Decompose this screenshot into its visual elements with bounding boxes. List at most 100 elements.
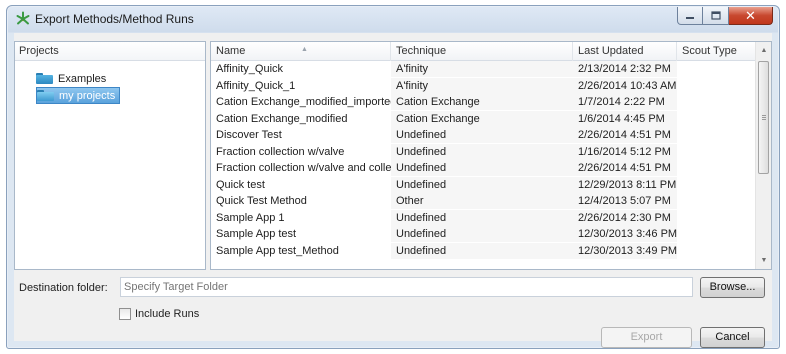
include-runs-option[interactable]: Include Runs [119,308,199,320]
cell-scout-type [677,226,756,242]
cell-scout-type [677,127,756,143]
table-row[interactable]: Sample App 1 Undefined 2/26/2014 2:30 PM [211,209,756,227]
cell-last-updated: 12/29/2013 8:11 PM [573,176,677,193]
close-button[interactable]: ✕ [729,7,773,25]
cell-scout-type [677,94,756,110]
table-row[interactable]: Quick Test Method Other 12/4/2013 5:07 PM [211,193,756,210]
maximize-icon [710,11,721,20]
cell-last-updated: 2/26/2014 2:30 PM [573,209,677,226]
cell-name: Quick Test Method [216,195,307,207]
column-header-last-updated[interactable]: Last Updated [573,42,677,61]
cell-name: Discover Test [216,129,282,141]
table-row[interactable]: Fraction collection w/valve Undefined 1/16… [211,143,756,161]
include-runs-checkbox[interactable] [119,308,131,320]
cell-scout-type [677,111,756,127]
cell-scout-type [677,78,756,94]
scroll-down-icon[interactable]: ▼ [756,252,771,269]
table-row[interactable]: Sample App test Undefined 12/30/2013 3:46 … [211,226,756,243]
cell-last-updated: 2/13/2014 2:32 PM [573,61,677,77]
cell-name: Cation Exchange_modified [216,112,348,125]
table-row[interactable]: Cation Exchange_modified_imported Cation … [211,94,756,111]
tree-item-my-projects[interactable]: my projects [36,87,121,104]
table-header: Name ▲ Technique Last Updated Scout Type [211,42,756,61]
tree-item-examples[interactable]: Examples [36,70,110,87]
include-runs-label: Include Runs [135,308,200,320]
cell-name: Sample App test_Method [216,244,339,257]
cell-technique: Cation Exchange [391,110,573,127]
cell-last-updated: 2/26/2014 4:51 PM [573,160,677,176]
minimize-button[interactable] [677,7,703,25]
table-row[interactable]: Sample App test_Method Undefined 12/30/201… [211,242,756,260]
cell-technique: Undefined [391,226,573,242]
sort-ascending-icon: ▲ [301,46,308,53]
window-title: Export Methods/Method Runs [35,12,194,26]
cell-last-updated: 1/7/2014 2:22 PM [573,94,677,110]
cancel-button[interactable]: Cancel [700,327,765,348]
cell-name: Affinity_Quick [216,63,284,75]
close-icon: ✕ [745,8,756,23]
cell-scout-type [677,193,756,209]
cell-technique: Undefined [391,242,573,259]
browse-button[interactable]: Browse... [700,277,765,298]
column-header-technique[interactable]: Technique [391,42,573,61]
cell-last-updated: 12/30/2013 3:49 PM [573,242,677,259]
cell-last-updated: 1/6/2014 4:45 PM [573,110,677,127]
cell-last-updated: 2/26/2014 10:43 AM [573,77,677,94]
cell-name: Fraction collection w/valve [216,145,345,158]
maximize-button[interactable] [703,7,729,25]
table-row[interactable]: Affinity_Quick_1 A'finity 2/26/2014 10:43 … [211,77,756,95]
vertical-scrollbar[interactable]: ▲ ▼ [755,42,771,269]
table-row[interactable]: Quick test Undefined 12/29/2013 8:11 PM [211,176,756,194]
export-dialog: Export Methods/Method Runs ✕ Projects Ex… [6,5,780,349]
cell-name: Affinity_Quick_1 [216,79,296,92]
cell-technique: A'finity [391,61,573,77]
cell-scout-type [677,144,756,160]
cell-name: Cation Exchange_modified_imported [216,96,391,108]
scroll-up-icon[interactable]: ▲ [756,42,771,59]
cell-name: Quick test [216,178,265,191]
table-body: Affinity_Quick A'finity 2/13/2014 2:32 PM A… [211,61,756,259]
cell-name: Fraction collection w/valve and collec [216,162,391,174]
methods-table: Name ▲ Technique Last Updated Scout Type… [210,41,772,270]
projects-panel: Projects Examples my projects [14,41,206,270]
cell-technique: Cation Exchange [391,94,573,110]
export-button[interactable]: Export [601,327,692,348]
cell-name: Sample App 1 [216,211,285,224]
cell-scout-type [677,177,756,193]
scrollbar-thumb[interactable] [758,61,769,174]
tree-item-label: Examples [58,72,107,85]
cell-technique: Undefined [391,143,573,160]
projects-header: Projects [15,42,205,61]
cell-scout-type [677,61,756,77]
column-header-scout-type[interactable]: Scout Type [677,42,756,61]
dialog-body: Projects Examples my projects Name ▲ Tec… [14,33,772,348]
table-row[interactable]: Fraction collection w/valve and collec Un… [211,160,756,177]
cell-technique: Other [391,193,573,209]
cell-scout-type [677,160,756,176]
cell-last-updated: 1/16/2014 5:12 PM [573,143,677,160]
cell-name: Sample App test [216,228,297,240]
table-row[interactable]: Cation Exchange_modified Cation Exchange 1… [211,110,756,128]
table-row[interactable]: Discover Test Undefined 2/26/2014 4:51 PM [211,127,756,144]
cell-scout-type [677,243,756,259]
minimize-icon [686,16,694,19]
tree-item-label: my projects [59,89,116,102]
cell-last-updated: 12/30/2013 3:46 PM [573,226,677,242]
cell-technique: Undefined [391,160,573,176]
title-bar[interactable]: Export Methods/Method Runs ✕ [7,6,779,32]
app-icon [16,11,30,25]
folder-icon [37,90,54,101]
folder-icon [36,73,53,84]
table-row[interactable]: Affinity_Quick A'finity 2/13/2014 2:32 PM [211,61,756,78]
cell-last-updated: 12/4/2013 5:07 PM [573,193,677,209]
cell-scout-type [677,210,756,226]
cell-technique: Undefined [391,176,573,193]
cell-technique: A'finity [391,77,573,94]
cell-technique: Undefined [391,209,573,226]
cell-technique: Undefined [391,127,573,143]
destination-folder-input[interactable] [120,277,693,297]
window-controls: ✕ [677,7,773,25]
column-header-name[interactable]: Name ▲ [211,42,391,61]
cell-last-updated: 2/26/2014 4:51 PM [573,127,677,143]
destination-folder-label: Destination folder: [19,282,108,294]
